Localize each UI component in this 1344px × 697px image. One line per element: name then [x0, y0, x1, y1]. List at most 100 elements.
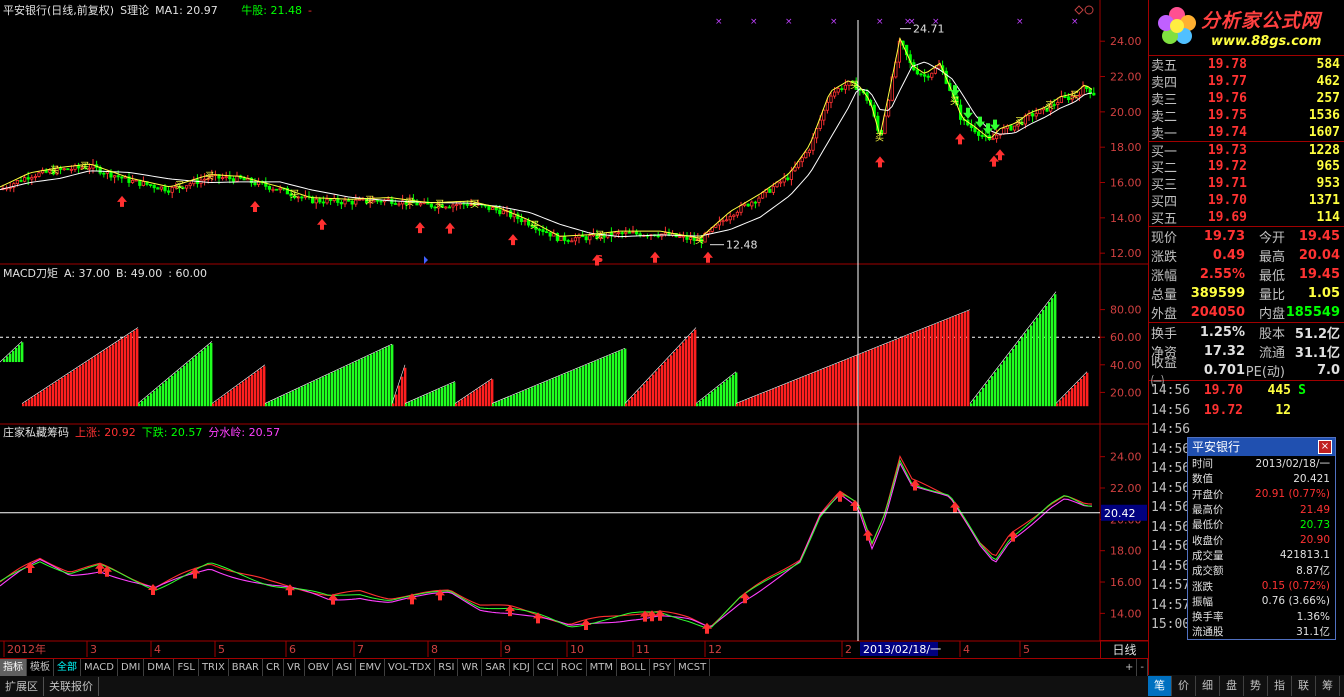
popup-row: 时间 2013/02/18/一	[1188, 456, 1335, 471]
right-tab-2[interactable]: 细	[1196, 676, 1220, 696]
tab-asi[interactable]: ASI	[333, 659, 357, 676]
candle-body	[570, 240, 574, 243]
tab-brar[interactable]: BRAR	[229, 659, 263, 676]
macd-bar	[404, 367, 407, 407]
close-icon[interactable]: ×	[1318, 440, 1332, 454]
chip-water: 分水岭: 20.57	[208, 426, 281, 439]
macd-bar	[928, 326, 931, 407]
tab-vr[interactable]: VR	[284, 659, 305, 676]
tab-全部[interactable]: 全部	[54, 659, 81, 676]
orderbook-row[interactable]: 买五 19.69 114	[1149, 209, 1344, 227]
macd-bar	[588, 363, 591, 407]
tab-sar[interactable]: SAR	[482, 659, 510, 676]
tab-指标[interactable]: 指标	[0, 659, 27, 676]
macd-bar	[817, 370, 820, 407]
signal-mark: ×	[876, 17, 884, 27]
tab-boll[interactable]: BOLL	[617, 659, 650, 676]
right-tab-4[interactable]: 势	[1244, 676, 1268, 696]
tab-wr[interactable]: WR	[458, 659, 483, 676]
tab-kdj[interactable]: KDJ	[510, 659, 534, 676]
macd-bar	[388, 345, 391, 407]
orderbook-row[interactable]: 买一 19.73 1228	[1149, 141, 1344, 160]
candle-body	[804, 152, 808, 159]
popup-label: 振幅	[1192, 595, 1213, 608]
tab-mtm[interactable]: MTM	[587, 659, 617, 676]
right-tab-6[interactable]: 联	[1292, 676, 1316, 696]
macd-bar	[1054, 294, 1057, 407]
macd-bar	[540, 383, 543, 407]
macd-bar	[109, 346, 112, 407]
macd-bar	[461, 399, 464, 407]
stat-value: 1.25%	[1199, 325, 1245, 340]
macd-bar	[618, 351, 621, 407]
macd-bar	[1012, 348, 1015, 407]
tab-mcst[interactable]: MCST	[675, 659, 711, 676]
stat-value: 204050	[1190, 305, 1245, 320]
tick-row[interactable]: 14:56 19.70 445 S	[1149, 381, 1344, 401]
macd-bar	[488, 381, 491, 407]
right-tab-5[interactable]: 指	[1268, 676, 1292, 696]
macd-bar	[1039, 313, 1042, 407]
bottom-tab-1[interactable]: 关联报价	[44, 677, 99, 696]
ob-price: 19.71	[1207, 176, 1247, 191]
popup-label: 时间	[1192, 458, 1213, 471]
orderbook-row[interactable]: 卖三 19.76 257	[1149, 90, 1344, 108]
tick-row[interactable]: 14:56 19.72 12	[1149, 401, 1344, 421]
tab-cr[interactable]: CR	[263, 659, 284, 676]
zoom-in-button[interactable]: +	[1122, 659, 1138, 676]
data-popup[interactable]: 平安银行 × 时间 2013/02/18/一 数值 20.421 开盘价 20.91 (0.…	[1187, 437, 1336, 640]
macd-bar	[841, 361, 844, 407]
right-tab-1[interactable]: 价	[1172, 676, 1196, 696]
macd-bar	[245, 379, 248, 407]
macd-bar	[1021, 337, 1024, 407]
tab-fsl[interactable]: FSL	[174, 659, 199, 676]
macd-bar	[257, 370, 260, 407]
tab-模板[interactable]: 模板	[27, 659, 54, 676]
tab-emv[interactable]: EMV	[356, 659, 385, 676]
right-tab-3[interactable]: 盘	[1220, 676, 1244, 696]
zoom-out-button[interactable]: -	[1137, 659, 1148, 676]
ob-price: 19.74	[1207, 125, 1247, 140]
tab-vol-tdx[interactable]: VOL-TDX	[385, 659, 436, 676]
orderbook-row[interactable]: 卖五 19.78 584	[1149, 56, 1344, 74]
candle-body	[840, 88, 844, 91]
macd-bar	[391, 344, 394, 407]
buy-marker: 买	[405, 197, 414, 208]
tab-dmi[interactable]: DMI	[118, 659, 145, 676]
tab-rsi[interactable]: RSI	[435, 659, 459, 676]
tab-obv[interactable]: OBV	[305, 659, 333, 676]
popup-value: 20.421	[1293, 472, 1330, 485]
macd-bar	[507, 397, 510, 407]
macd-bar	[775, 387, 778, 407]
macd-bar	[937, 322, 940, 407]
tab-dma[interactable]: DMA	[144, 659, 175, 676]
right-tab-0[interactable]: 笔	[1148, 676, 1172, 696]
macd-bar	[40, 391, 43, 407]
tab-trix[interactable]: TRIX	[199, 659, 229, 676]
buy-marker: 买	[595, 230, 604, 241]
macd-bar	[67, 373, 70, 407]
candle-body	[1038, 109, 1042, 115]
axis-label: 60.00	[1110, 331, 1142, 344]
orderbook-row[interactable]: 买四 19.70 1371	[1149, 192, 1344, 210]
macd-bar	[195, 355, 198, 407]
right-tab-7[interactable]: 筹	[1316, 676, 1340, 696]
tab-cci[interactable]: CCI	[534, 659, 558, 676]
orderbook-row[interactable]: 卖二 19.75 1536	[1149, 107, 1344, 125]
period-label[interactable]: 日线	[1100, 640, 1148, 658]
bottom-tab-0[interactable]: 扩展区	[0, 677, 44, 696]
tab-roc[interactable]: ROC	[558, 659, 587, 676]
kline-chart[interactable]: 24.00 22.00 20.00 18.00 16.00 14.00 12.00 80.00…	[0, 0, 1148, 697]
tab-psy[interactable]: PSY	[650, 659, 676, 676]
bull-value: 牛股: 21.48	[241, 4, 302, 17]
stat-row: 换手 1.25% 股本 51.2亿	[1149, 323, 1344, 342]
orderbook-row[interactable]: 卖一 19.74 1607	[1149, 124, 1344, 142]
orderbook-row[interactable]: 买三 19.71 953	[1149, 175, 1344, 193]
orderbook-row[interactable]: 买二 19.72 965	[1149, 158, 1344, 176]
cursor-date: 2013/02/18/一	[863, 643, 941, 656]
macd-bar	[985, 383, 988, 407]
tab-macd[interactable]: MACD	[81, 659, 118, 676]
candle-body	[148, 184, 153, 186]
orderbook-row[interactable]: 卖四 19.77 462	[1149, 73, 1344, 91]
macd-bar	[221, 396, 224, 407]
